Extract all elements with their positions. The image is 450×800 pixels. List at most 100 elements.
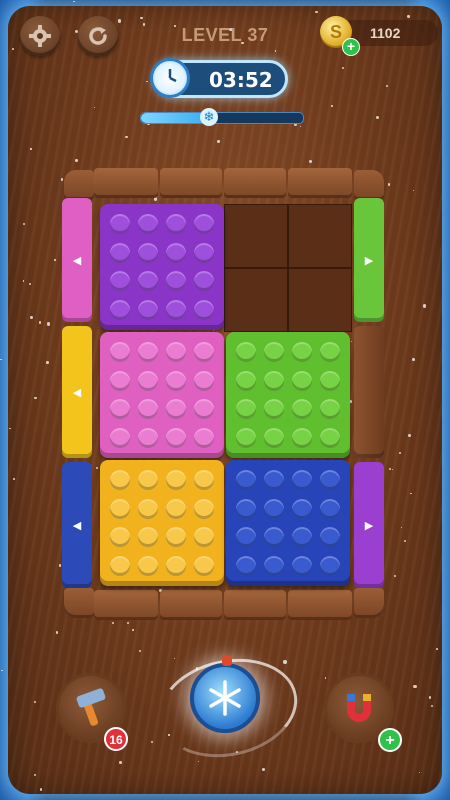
snow-particle [262,767,266,771]
block-stud [320,342,340,363]
gate-left-yellow: ◀ [62,326,92,458]
snow-particle [132,629,134,631]
block-stud [320,555,340,576]
block-stud [320,370,340,391]
block-stud [166,370,186,391]
block-stud [236,427,256,448]
block-stud [194,427,214,448]
block-stud [138,498,158,519]
snow-particle [58,564,62,567]
block-stud [110,399,130,420]
block-stud [320,527,340,548]
snow-particle [13,477,15,480]
empty-cell [288,268,352,332]
block-stud [138,427,158,448]
snow-particle [126,621,129,624]
block-stud [292,470,312,491]
top-rail-plank [94,168,158,198]
add-coins-button[interactable]: + [342,38,360,56]
snow-particle [389,467,392,470]
block-stud [292,555,312,576]
block-stud [320,427,340,448]
green-block[interactable] [226,332,350,458]
block-stud [110,427,130,448]
bottom-rail-plank [160,590,222,620]
block-stud [292,370,312,391]
freeze-time-button[interactable] [190,663,260,733]
block-stud [110,370,130,391]
snow-particle [117,19,122,23]
snowflake-icon [209,680,241,716]
timer-text: 03:52 [209,68,273,92]
block-stud [194,470,214,491]
block-stud [138,555,158,576]
block-stud [236,470,256,491]
purple-block[interactable] [100,204,224,330]
block-stud [236,527,256,548]
block-stud [264,470,284,491]
snow-particle [30,148,32,150]
snow-particle [38,321,42,324]
snow-particle [331,104,333,107]
block-stud [166,470,186,491]
block-stud [166,214,186,235]
block-stud [236,555,256,576]
block-stud [292,498,312,519]
block-stud [264,399,284,420]
hammer-icon [76,688,106,726]
corner-bottom-left [64,588,94,618]
snow-particle [393,574,396,577]
magnet-icon [347,694,371,722]
block-stud [166,527,186,548]
block-stud [166,498,186,519]
snow-particle [54,259,57,261]
snow-particle [46,322,50,326]
block-stud [138,527,158,548]
block-stud [166,427,186,448]
block-stud [166,399,186,420]
snow-particle [413,684,417,689]
snow-particle [118,761,122,765]
block-stud [138,299,158,320]
block-stud [194,299,214,320]
corner-bottom-right [354,588,384,618]
gate-left-pink: ◀ [62,198,92,322]
snow-particle [407,15,410,18]
snow-particle [75,159,78,162]
block-stud [110,242,130,263]
block-stud [110,342,130,363]
coin-balance: 1102 [370,25,401,41]
snow-particle [93,106,96,108]
block-stud [264,527,284,548]
block-stud [110,271,130,292]
block-stud [110,498,130,519]
pink-block[interactable] [100,332,224,458]
gate-right-green: ▶ [354,198,384,322]
game-board: ◀ ◀ ◀ ▶ ▶ [62,168,386,620]
block-stud [138,214,158,235]
block-stud [138,342,158,363]
yellow-block[interactable] [100,460,224,586]
block-stud [292,342,312,363]
corner-top-left [64,170,94,200]
gate-right-purple: ▶ [354,462,384,588]
block-stud [194,214,214,235]
block-stud [138,242,158,263]
block-stud [320,470,340,491]
block-stud [264,342,284,363]
empty-cell [288,204,352,268]
block-stud [166,242,186,263]
block-stud [138,271,158,292]
blue-block[interactable] [226,460,350,586]
empty-cell [224,268,288,332]
block-stud [264,498,284,519]
snow-particle [422,304,426,308]
block-stud [110,527,130,548]
snow-particle [283,660,287,664]
block-stud [194,342,214,363]
snow-particle [55,631,58,634]
block-stud [194,242,214,263]
add-magnet-button[interactable]: + [378,728,402,752]
block-stud [194,370,214,391]
block-stud [166,299,186,320]
